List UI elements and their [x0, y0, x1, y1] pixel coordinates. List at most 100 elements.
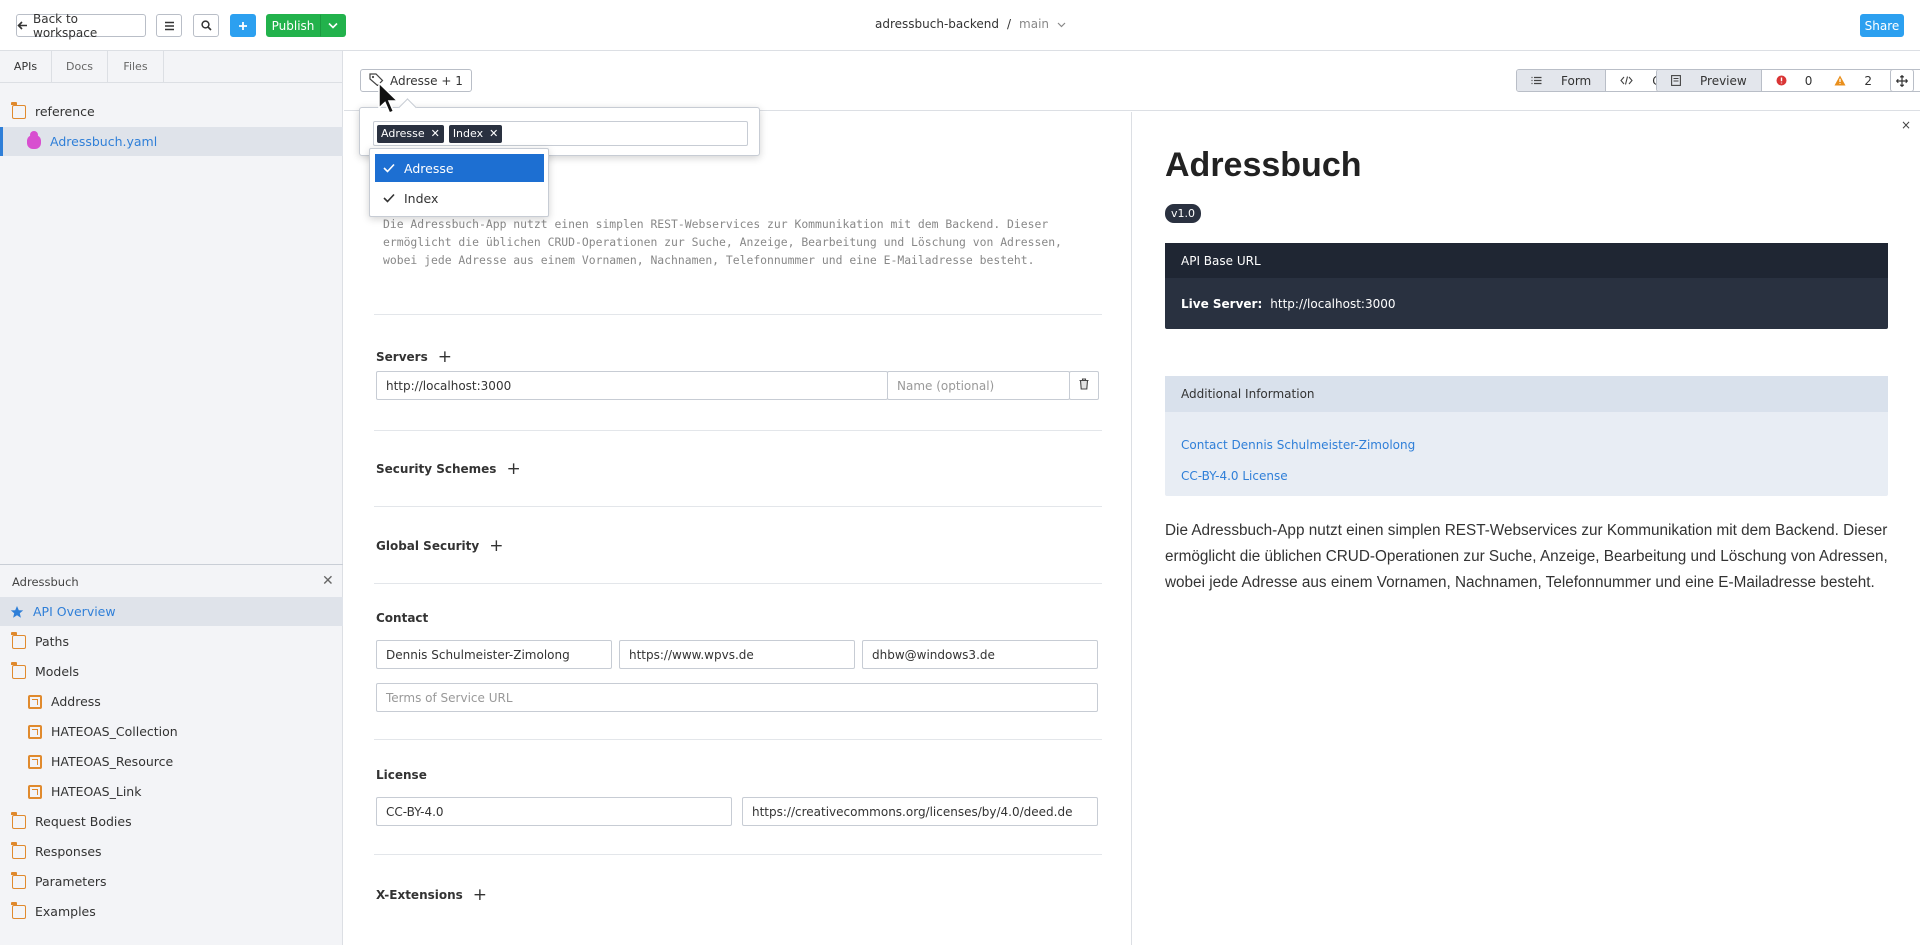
license-name-input[interactable]: CC-BY-4.0 — [376, 797, 732, 826]
license-section: License — [376, 768, 427, 782]
chevron-down-icon[interactable] — [1057, 17, 1066, 31]
model-icon — [28, 754, 42, 769]
server-name-input[interactable]: Name (optional) — [887, 371, 1070, 400]
tag-chip-label: Adresse — [381, 127, 425, 140]
api-base-url-heading: API Base URL — [1165, 243, 1888, 278]
folder-icon — [11, 631, 26, 649]
publish-menu-button[interactable] — [320, 14, 346, 37]
license-label: License — [376, 768, 427, 782]
outline-item-hateoas-link[interactable]: HATEOAS_Link — [0, 777, 343, 806]
search-button[interactable] — [193, 14, 219, 37]
outline-item-label: Parameters — [35, 874, 107, 889]
security-schemes-section: Security Schemes + — [376, 459, 521, 479]
share-label: Share — [1864, 18, 1900, 33]
outline-item-models[interactable]: Models — [0, 657, 343, 686]
outline-item-api-overview[interactable]: API Overview — [0, 597, 343, 626]
live-server-url[interactable]: http://localhost:3000 — [1270, 297, 1395, 311]
outline-item-label: Address — [51, 694, 101, 709]
license-link[interactable]: CC-BY-4.0 License — [1181, 469, 1288, 483]
warning-count: 2 — [1864, 73, 1872, 88]
back-to-workspace-button[interactable]: Back to workspace — [16, 12, 146, 40]
outline-item-label: API Overview — [33, 604, 116, 619]
expand-button[interactable] — [1890, 69, 1914, 92]
outline-item-label: Models — [35, 664, 80, 679]
add-extension-icon[interactable]: + — [473, 885, 487, 905]
star-icon — [10, 605, 24, 619]
outline-item-label: Examples — [35, 904, 96, 919]
global-security-section: Global Security + — [376, 536, 503, 556]
outline-item-paths[interactable]: Paths — [0, 627, 343, 656]
tags-button[interactable]: Adresse + 1 — [360, 69, 472, 92]
model-icon — [28, 784, 42, 799]
close-outline-icon[interactable]: ✕ — [322, 573, 334, 589]
tab-files[interactable]: Files — [108, 51, 164, 82]
add-server-icon[interactable]: + — [438, 347, 452, 367]
arrow-left-icon — [17, 20, 28, 31]
outline-item-hateoas-collection[interactable]: HATEOAS_Collection — [0, 717, 343, 746]
license-url-input[interactable]: https://creativecommons.org/licenses/by/… — [742, 797, 1098, 826]
tags-input[interactable]: Adresse ✕ Index ✕ — [373, 121, 748, 146]
contact-name-input[interactable]: Dennis Schulmeister-Zimolong — [376, 640, 612, 669]
add-security-scheme-icon[interactable]: + — [506, 459, 520, 479]
divider — [374, 314, 1102, 315]
outline-item-address[interactable]: Address — [0, 687, 343, 716]
code-icon — [1613, 70, 1640, 91]
form-view-button[interactable]: Form — [1517, 70, 1607, 91]
tag-chip-label: Index — [452, 127, 484, 140]
tab-docs[interactable]: Docs — [52, 51, 108, 82]
global-security-label: Global Security — [376, 539, 480, 553]
outline-item-parameters[interactable]: Parameters — [0, 867, 343, 896]
live-server-label: Live Server: — [1181, 296, 1263, 311]
chevron-down-icon — [328, 22, 338, 29]
publish-label: Publish — [271, 18, 315, 33]
servers-section: Servers + — [376, 347, 452, 367]
share-button[interactable]: Share — [1860, 14, 1904, 37]
panel-divider[interactable] — [0, 564, 343, 565]
model-icon — [28, 694, 42, 709]
project-name[interactable]: adressbuch-backend — [875, 17, 999, 31]
tab-apis[interactable]: APIs — [0, 51, 52, 82]
x-extensions-section: X-Extensions + — [376, 885, 487, 905]
outline-item-label: HATEOAS_Link — [51, 784, 142, 799]
check-icon — [383, 191, 395, 206]
divider — [374, 739, 1102, 740]
publish-button[interactable]: Publish — [266, 14, 320, 37]
preview-button[interactable]: Preview — [1657, 70, 1762, 91]
branch-selector[interactable]: main — [1019, 17, 1049, 31]
contact-email-input[interactable]: dhbw@windows3.de — [862, 640, 1098, 669]
servers-label: Servers — [376, 350, 428, 364]
plus-icon — [238, 21, 248, 31]
add-global-security-icon[interactable]: + — [489, 536, 503, 556]
version-badge: v1.0 — [1165, 204, 1202, 223]
add-button[interactable] — [230, 14, 256, 37]
menu-button[interactable] — [156, 14, 182, 37]
delete-server-button[interactable] — [1069, 371, 1099, 400]
server-url-input[interactable]: http://localhost:3000 — [376, 371, 888, 400]
additional-info-heading: Additional Information — [1165, 376, 1888, 412]
tree-item-reference[interactable]: reference — [0, 97, 343, 126]
tag-option-index[interactable]: Index — [375, 184, 544, 212]
terms-of-service-input[interactable]: Terms of Service URL — [376, 683, 1098, 712]
folder-icon — [11, 901, 26, 919]
outline-title: Adressbuch — [12, 575, 79, 589]
preview-label: Preview — [1700, 73, 1747, 88]
description-editor[interactable]: Die Adressbuch-App nutzt einen simplen R… — [383, 215, 1103, 269]
top-bar: Back to workspace Publish adressbuch-bac… — [0, 0, 1920, 51]
preview-title: Adressbuch — [1165, 146, 1362, 184]
remove-tag-icon[interactable]: ✕ — [431, 127, 440, 140]
contact-label: Contact — [376, 611, 429, 625]
divider — [374, 506, 1102, 507]
outline-item-request-bodies[interactable]: Request Bodies — [0, 807, 343, 836]
tag-option-label: Adresse — [404, 160, 454, 176]
remove-tag-icon[interactable]: ✕ — [489, 127, 498, 140]
outline-item-hateoas-resource[interactable]: HATEOAS_Resource — [0, 747, 343, 776]
error-count: 0 — [1804, 73, 1813, 88]
contact-url-input[interactable]: https://www.wpvs.de — [619, 640, 855, 669]
model-icon — [28, 724, 42, 739]
tree-item-adressbuch-yaml[interactable]: Adressbuch.yaml — [0, 127, 343, 156]
contact-link[interactable]: Contact Dennis Schulmeister-Zimolong — [1181, 438, 1415, 452]
close-preview-icon[interactable]: × — [1901, 118, 1911, 132]
outline-item-responses[interactable]: Responses — [0, 837, 343, 866]
tag-option-adresse[interactable]: Adresse — [375, 154, 544, 182]
outline-item-examples[interactable]: Examples — [0, 897, 343, 926]
